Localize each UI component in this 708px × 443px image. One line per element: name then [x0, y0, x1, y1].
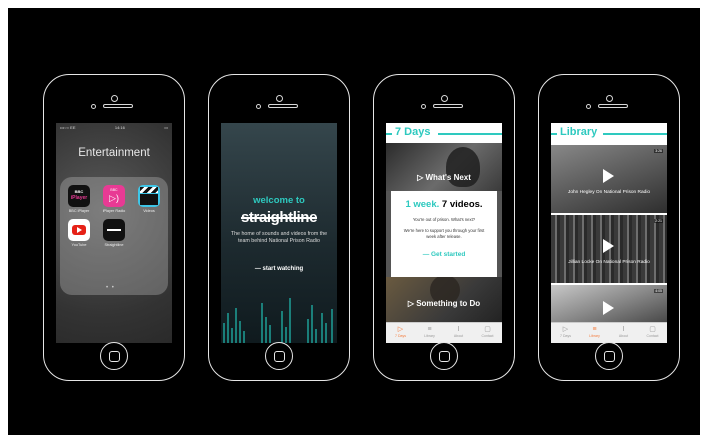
tab-7-days[interactable]: ▷ 7 Days: [386, 323, 415, 343]
earpiece-speaker: [598, 104, 628, 108]
front-camera: [276, 95, 283, 102]
status-bar: •••○○ EE 14:16 ▭: [60, 125, 168, 133]
page-dots: • •: [106, 285, 115, 291]
video-duration: 3:26: [654, 149, 663, 153]
screen-title: 7 Days: [395, 126, 431, 138]
description: The home of sounds and videos from the t…: [230, 231, 328, 244]
whats-next-panel[interactable]: ▷ What's Next: [386, 143, 502, 191]
tab-7-days[interactable]: ▷ 7 Days: [551, 323, 580, 343]
play-icon: ▷: [562, 326, 569, 333]
presentation-stage: •••○○ EE 14:16 ▭ Entertainment BBC iPlay…: [8, 8, 700, 435]
chat-icon: ▢: [484, 326, 491, 333]
app-straightline[interactable]: Straightline: [101, 219, 127, 247]
tab-about[interactable]: I About: [444, 323, 473, 343]
app-iplayer-radio[interactable]: BBC ▷) iPlayer Radio: [101, 185, 127, 213]
list-icon: ≡: [427, 326, 432, 333]
app-videos[interactable]: Videos: [136, 185, 162, 213]
front-camera: [606, 95, 613, 102]
front-camera: [441, 95, 448, 102]
play-icon: [603, 239, 614, 253]
video-duration: 2:21: [654, 219, 663, 223]
something-to-do-panel[interactable]: ▷ Something to Do: [386, 277, 502, 323]
folder-title: Entertainment: [78, 147, 150, 159]
play-icon: [603, 301, 614, 315]
tab-library[interactable]: ≡ Library: [580, 323, 609, 343]
intro-popup: 1 week. 7 videos. You're out of prison. …: [391, 191, 497, 277]
popup-heading: 1 week. 7 videos.: [405, 199, 483, 210]
clapperboard-icon: [138, 185, 160, 207]
carrier: •••○○ EE: [60, 125, 76, 130]
phone-1: •••○○ EE 14:16 ▭ Entertainment BBC iPlay…: [43, 74, 185, 381]
start-watching-button[interactable]: — start watching: [221, 266, 337, 272]
tab-contact[interactable]: ▢ Contact: [473, 323, 502, 343]
earpiece-speaker: [433, 104, 463, 108]
video-card[interactable]: 2:21 Jillian Locke On National Prison Ra…: [551, 215, 667, 283]
youtube-icon: [68, 219, 90, 241]
front-camera: [111, 95, 118, 102]
welcome-text: welcome to: [253, 195, 305, 206]
screen-header: Library: [551, 123, 667, 143]
home-button[interactable]: [595, 342, 623, 370]
iplayer-radio-icon: BBC ▷): [103, 185, 125, 207]
bbc-iplayer-icon: BBC iPlayer: [68, 185, 90, 207]
splash-screen: welcome to straightline The home of soun…: [221, 123, 337, 343]
play-icon: ▷: [397, 326, 404, 333]
home-button[interactable]: [430, 342, 458, 370]
earpiece-speaker: [268, 104, 298, 108]
earpiece-speaker: [103, 104, 133, 108]
home-button[interactable]: [265, 342, 293, 370]
audio-waveform: [223, 298, 333, 343]
tab-about[interactable]: I About: [609, 323, 638, 343]
brand-logo: straightline: [240, 209, 318, 226]
app-folder: BBC iPlayer BBC iPlayer BBC ▷) iPlayer R…: [60, 177, 168, 295]
screen-title: Library: [560, 126, 598, 138]
battery-icon: ▭: [164, 125, 168, 130]
home-button[interactable]: [100, 342, 128, 370]
video-duration: 4:05: [654, 289, 663, 293]
video-title: Jillian Locke On National Prison Radio: [568, 260, 650, 265]
video-card[interactable]: 4:05: [551, 285, 667, 325]
straightline-icon: [103, 219, 125, 241]
phone-4: Library 3:26 John Hegley On National Pri…: [538, 74, 680, 381]
seven-days-screen: 7 Days ▷ What's Next 1 week. 7 videos. Y…: [386, 123, 502, 343]
sensor: [586, 104, 591, 109]
phone-2: welcome to straightline The home of soun…: [208, 74, 350, 381]
clock: 14:16: [114, 125, 125, 130]
sensor: [421, 104, 426, 109]
info-icon: I: [457, 326, 460, 333]
info-icon: I: [622, 326, 625, 333]
app-youtube[interactable]: YouTube: [66, 219, 92, 247]
app-bbc-iplayer[interactable]: BBC iPlayer BBC iPlayer: [66, 185, 92, 213]
tab-contact[interactable]: ▢ Contact: [638, 323, 667, 343]
screen-header: 7 Days: [386, 123, 502, 143]
tab-bar: ▷ 7 Days ≡ Library I About ▢ Contact: [386, 322, 502, 343]
list-icon: ≡: [592, 326, 597, 333]
video-title: John Hegley On National Prison Radio: [567, 190, 651, 195]
tab-library[interactable]: ≡ Library: [415, 323, 444, 343]
phone-3: 7 Days ▷ What's Next 1 week. 7 videos. Y…: [373, 74, 515, 381]
sensor: [91, 104, 96, 109]
library-screen: Library 3:26 John Hegley On National Pri…: [551, 123, 667, 343]
chat-icon: ▢: [649, 326, 656, 333]
video-card[interactable]: 3:26 John Hegley On National Prison Radi…: [551, 145, 667, 213]
get-started-button[interactable]: — Get started: [391, 251, 497, 258]
play-icon: [603, 169, 614, 183]
tab-bar: ▷ 7 Days ≡ Library I About ▢ Contact: [551, 322, 667, 343]
sensor: [256, 104, 261, 109]
home-screen: •••○○ EE 14:16 ▭ Entertainment BBC iPlay…: [56, 123, 172, 343]
